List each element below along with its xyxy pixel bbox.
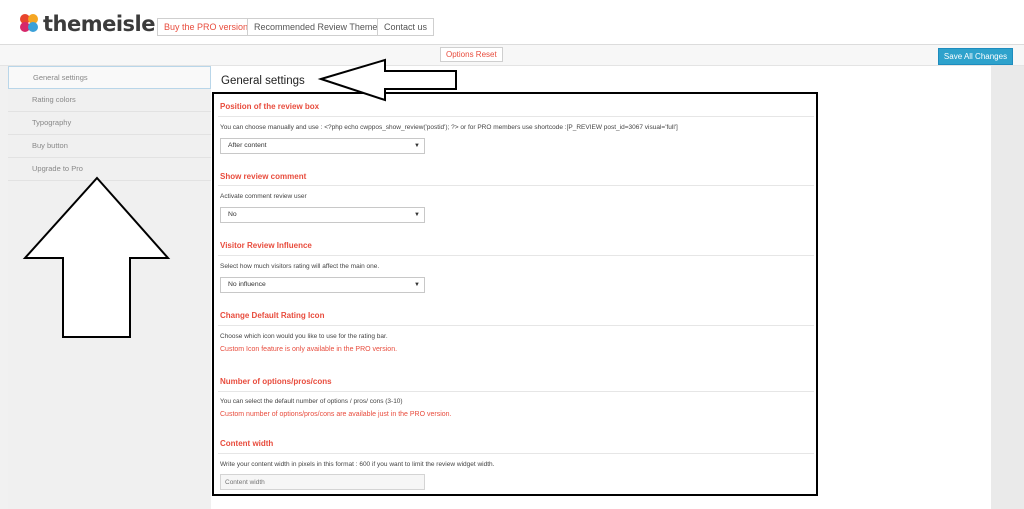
options-reset-button[interactable]: Options Reset [440, 47, 503, 62]
sidebar-item-general-settings[interactable]: General settings [8, 66, 211, 89]
contact-button[interactable]: Contact us [377, 18, 435, 36]
logo-text: themeisle [43, 12, 156, 36]
recommended-themes-button[interactable]: Recommended Review Themes [247, 18, 389, 36]
sidebar-item-upgrade-pro[interactable]: Upgrade to Pro [8, 158, 211, 181]
sidebar-item-typography[interactable]: Typography [8, 112, 211, 135]
logo-icon [20, 14, 40, 34]
toolbar [0, 45, 1024, 66]
sidebar: General settings Rating colors Typograph… [8, 66, 211, 509]
save-all-button[interactable]: Save All Changes [938, 48, 1013, 65]
buy-pro-button[interactable]: Buy the PRO version [157, 18, 256, 36]
sidebar-item-rating-colors[interactable]: Rating colors [8, 89, 211, 112]
logo[interactable]: themeisle [20, 12, 156, 36]
right-gutter [991, 66, 1024, 509]
page-title: General settings [221, 75, 305, 87]
sidebar-item-buy-button[interactable]: Buy button [8, 135, 211, 158]
highlight-box [212, 92, 818, 496]
header: themeisle Buy the PRO version Recommende… [0, 0, 1024, 45]
